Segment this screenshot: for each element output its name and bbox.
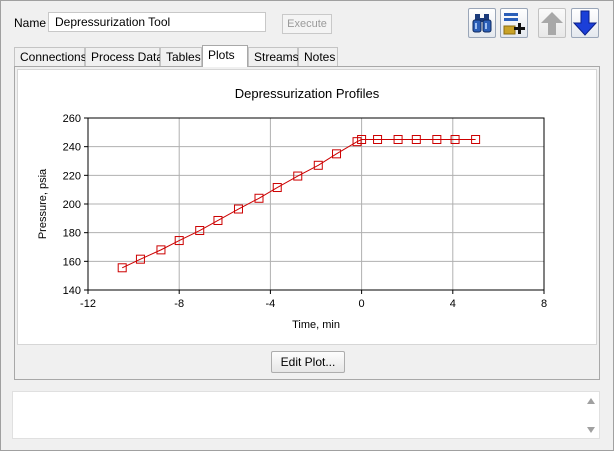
- tab-plots[interactable]: Plots: [202, 45, 248, 67]
- y-tick-label: 200: [63, 199, 81, 211]
- tab-streams[interactable]: Streams: [248, 47, 299, 66]
- x-tick-label: -12: [80, 298, 96, 310]
- scroll-down-icon[interactable]: [586, 426, 596, 434]
- plots-tab-panel: Depressurization Profiles -12 -8 -4 0 4 8 140 1…: [14, 66, 600, 380]
- scroll-up-icon[interactable]: [586, 397, 596, 405]
- tab-process-data[interactable]: Process Data: [85, 47, 163, 66]
- name-label: Name: [14, 16, 47, 30]
- tab-connections[interactable]: Connections: [14, 47, 87, 66]
- y-tick-label: 180: [63, 228, 81, 240]
- find-button[interactable]: [468, 8, 496, 38]
- x-axis-label: Time, min: [292, 319, 340, 331]
- add-note-icon: [503, 13, 525, 35]
- arrow-up-icon: [541, 12, 563, 35]
- plot-panel[interactable]: Depressurization Profiles -12 -8 -4 0 4 8 140 1…: [17, 69, 597, 345]
- notes-area[interactable]: [12, 391, 600, 439]
- y-axis-label: Pressure, psia: [37, 168, 49, 239]
- depressurization-chart: -12 -8 -4 0 4 8 140 160 180 200 220 240 260 Time, min…: [37, 113, 547, 331]
- move-up-button[interactable]: [538, 8, 566, 38]
- y-tick-label: 220: [63, 170, 81, 182]
- name-input[interactable]: Depressurization Tool: [48, 12, 266, 32]
- notes-scrollbar[interactable]: [583, 392, 599, 438]
- x-tick-label: -4: [266, 298, 276, 310]
- x-tick-label: 4: [450, 298, 456, 310]
- x-tick-label: 0: [359, 298, 365, 310]
- x-tick-label: -8: [174, 298, 184, 310]
- x-tick-label: 8: [541, 298, 547, 310]
- edit-plot-button[interactable]: Edit Plot...: [271, 351, 345, 373]
- binoculars-icon: [472, 14, 492, 33]
- y-tick-label: 260: [63, 113, 81, 125]
- y-tick-label: 160: [63, 256, 81, 268]
- execute-button[interactable]: Execute: [282, 14, 332, 34]
- add-button[interactable]: [500, 8, 528, 38]
- move-down-button[interactable]: [571, 8, 599, 38]
- arrow-down-icon: [572, 10, 598, 36]
- y-tick-label: 240: [63, 142, 81, 154]
- tab-tables[interactable]: Tables: [160, 47, 202, 66]
- tab-notes[interactable]: Notes: [298, 47, 338, 66]
- y-tick-label: 140: [63, 285, 81, 297]
